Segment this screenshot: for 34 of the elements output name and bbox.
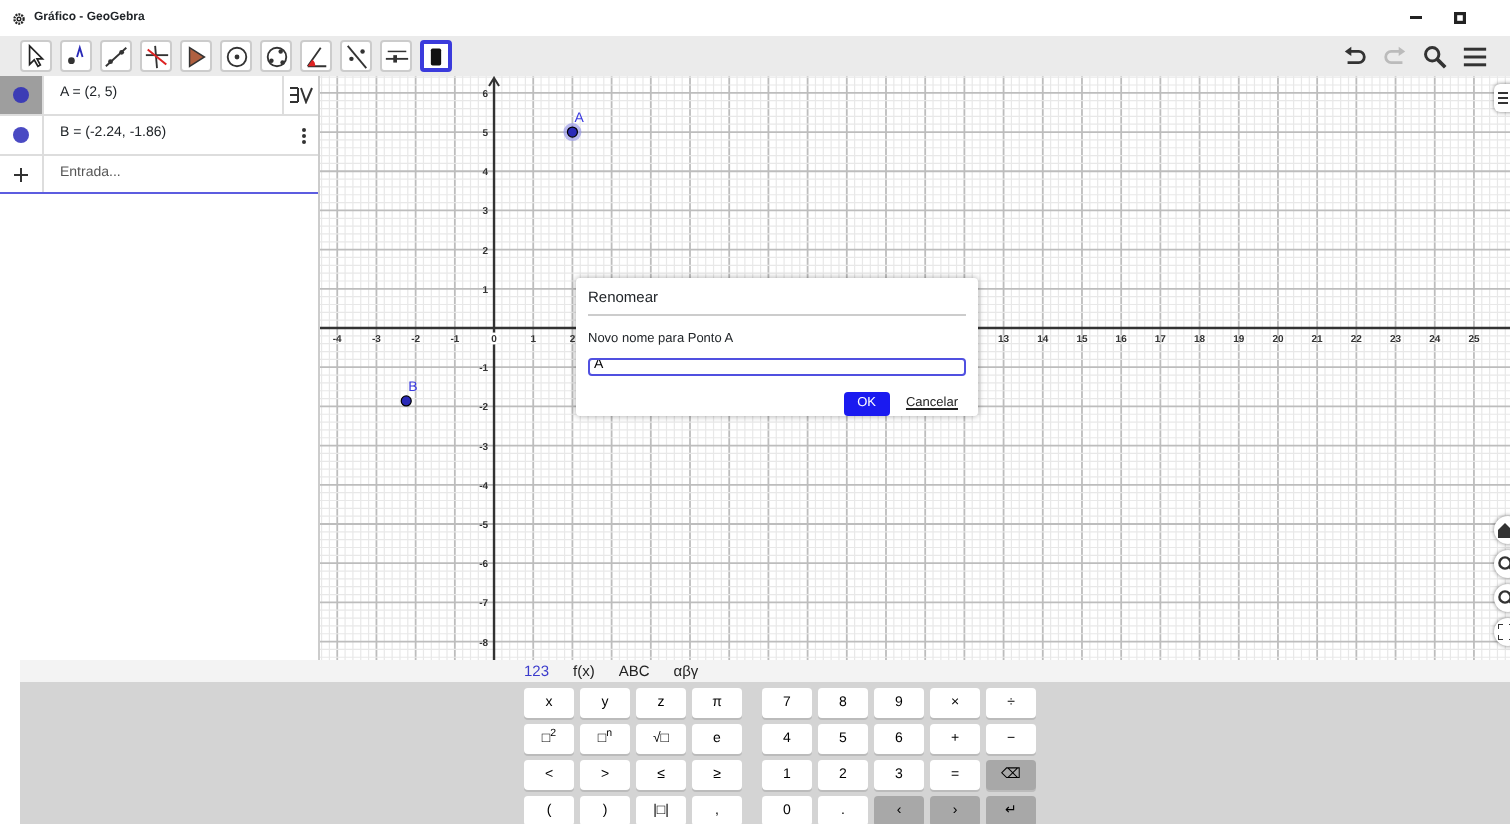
circle-tool-button[interactable] bbox=[220, 40, 252, 72]
minimize-icon[interactable] bbox=[1410, 16, 1422, 20]
menu-icon bbox=[1461, 43, 1487, 69]
line-tool-icon bbox=[103, 43, 129, 69]
point-marker[interactable] bbox=[563, 123, 582, 142]
perpendicular-tool-button[interactable] bbox=[140, 40, 172, 72]
angle-tool-button[interactable] bbox=[300, 40, 332, 72]
move-tool-icon bbox=[23, 43, 49, 69]
dot-icon bbox=[12, 86, 30, 104]
eraser-tool-button[interactable] bbox=[420, 40, 452, 72]
move-tool-button[interactable] bbox=[20, 40, 52, 72]
algebra-style-icon[interactable] bbox=[282, 76, 318, 114]
redo-icon bbox=[1381, 43, 1407, 69]
reflect-tool-icon bbox=[343, 43, 369, 69]
polygon-tool-button[interactable] bbox=[180, 40, 212, 72]
visibility-toggle[interactable] bbox=[0, 76, 44, 114]
angle-tool-icon bbox=[303, 43, 329, 69]
gear-icon bbox=[12, 11, 26, 25]
undo-icon bbox=[1341, 43, 1367, 69]
point-tool-icon bbox=[63, 43, 89, 69]
circle-tool-icon bbox=[223, 43, 249, 69]
slider-tool-button[interactable] bbox=[380, 40, 412, 72]
circle-tool-icon bbox=[263, 43, 289, 69]
point-tool-button[interactable] bbox=[60, 40, 92, 72]
polygon-tool-icon bbox=[183, 43, 209, 69]
point-marker[interactable] bbox=[400, 395, 412, 407]
line-tool-button[interactable] bbox=[100, 40, 132, 72]
reflect-tool-button[interactable] bbox=[340, 40, 372, 72]
search-icon bbox=[1421, 43, 1447, 69]
dot-icon bbox=[12, 126, 30, 144]
circle-tool-button[interactable] bbox=[260, 40, 292, 72]
perpendicular-tool-icon bbox=[143, 43, 169, 69]
maximize-icon[interactable] bbox=[1454, 12, 1466, 24]
search-icon[interactable] bbox=[1418, 40, 1450, 72]
